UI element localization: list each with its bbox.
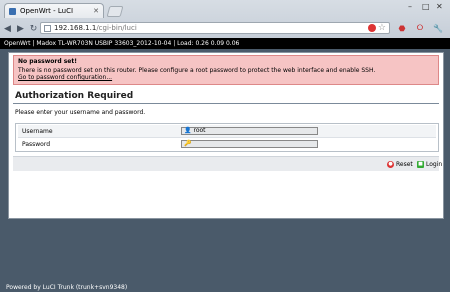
window-close-icon[interactable]: ✕ <box>436 2 443 11</box>
url-host: 192.168.1.1 <box>54 24 97 32</box>
adblock-icon[interactable]: ⬣ <box>396 22 408 34</box>
reset-icon: ● <box>387 160 394 168</box>
password-warning: No password set! There is no password se… <box>13 55 439 85</box>
user-icon: 👤 <box>184 127 192 134</box>
new-tab-button[interactable] <box>106 6 124 17</box>
login-label: Login <box>426 160 443 168</box>
browser-tab[interactable]: OpenWrt - LuCI ✕ <box>4 3 104 18</box>
star-icon[interactable]: ☆ <box>378 23 386 33</box>
extension-icon[interactable] <box>367 24 376 32</box>
browser-chrome: OpenWrt - LuCI ✕ – □ ✕ ◀ ▶ ↻ 192.168.1.1… <box>0 0 450 39</box>
form-actions: ● Reset ■ Login <box>13 156 442 171</box>
status-header: OpenWrt | Madox TL-WR703N USBIP 33603_20… <box>0 38 450 49</box>
powered-by: Powered by LuCI Trunk (trunk+svn9348) <box>6 284 128 291</box>
address-bar[interactable]: 192.168.1.1/cgi-bin/luci ☆ <box>40 22 390 34</box>
tab-title: OpenWrt - LuCI <box>20 7 74 15</box>
favicon-icon <box>9 7 16 15</box>
back-icon[interactable]: ◀ <box>2 23 13 34</box>
close-icon[interactable]: ✕ <box>93 7 99 15</box>
password-row: Password 🔑 <box>18 138 436 150</box>
maximize-icon[interactable]: □ <box>422 2 430 11</box>
page-content: No password set! There is no password se… <box>0 49 450 292</box>
wrench-icon[interactable]: 🔧 <box>432 22 444 34</box>
reset-label: Reset <box>396 160 413 168</box>
minimize-icon[interactable]: – <box>408 2 412 11</box>
forward-icon[interactable]: ▶ <box>15 23 26 34</box>
reset-button[interactable]: ● Reset <box>387 159 413 169</box>
login-icon: ■ <box>417 160 424 168</box>
key-icon: 🔑 <box>184 140 192 147</box>
username-row: Username 👤 root <box>18 125 436 138</box>
password-config-link[interactable]: Go to password configuration... <box>18 74 112 81</box>
login-button[interactable]: ■ Login <box>417 159 442 169</box>
url-path: /cgi-bin/luci <box>96 24 137 32</box>
username-field[interactable]: 👤 root <box>181 127 318 135</box>
login-panel: No password set! There is no password se… <box>8 52 444 219</box>
page-title: Authorization Required <box>15 91 134 101</box>
username-value: root <box>193 127 206 134</box>
browser-toolbar: ◀ ▶ ↻ 192.168.1.1/cgi-bin/luci ☆ ⬣ ⭘ 🔧 <box>0 19 450 38</box>
login-fieldset: Username 👤 root Password 🔑 <box>15 123 439 152</box>
auth-hint: Please enter your username and password. <box>15 109 146 116</box>
password-label: Password <box>22 141 51 148</box>
divider <box>13 103 439 104</box>
password-field[interactable]: 🔑 <box>181 140 318 148</box>
warning-title: No password set! <box>18 58 77 65</box>
username-label: Username <box>22 128 53 135</box>
reload-icon[interactable]: ↻ <box>28 23 39 34</box>
opera-icon[interactable]: ⭘ <box>414 22 426 34</box>
warning-body: There is no password set on this router.… <box>18 67 376 74</box>
page-icon <box>44 24 51 32</box>
